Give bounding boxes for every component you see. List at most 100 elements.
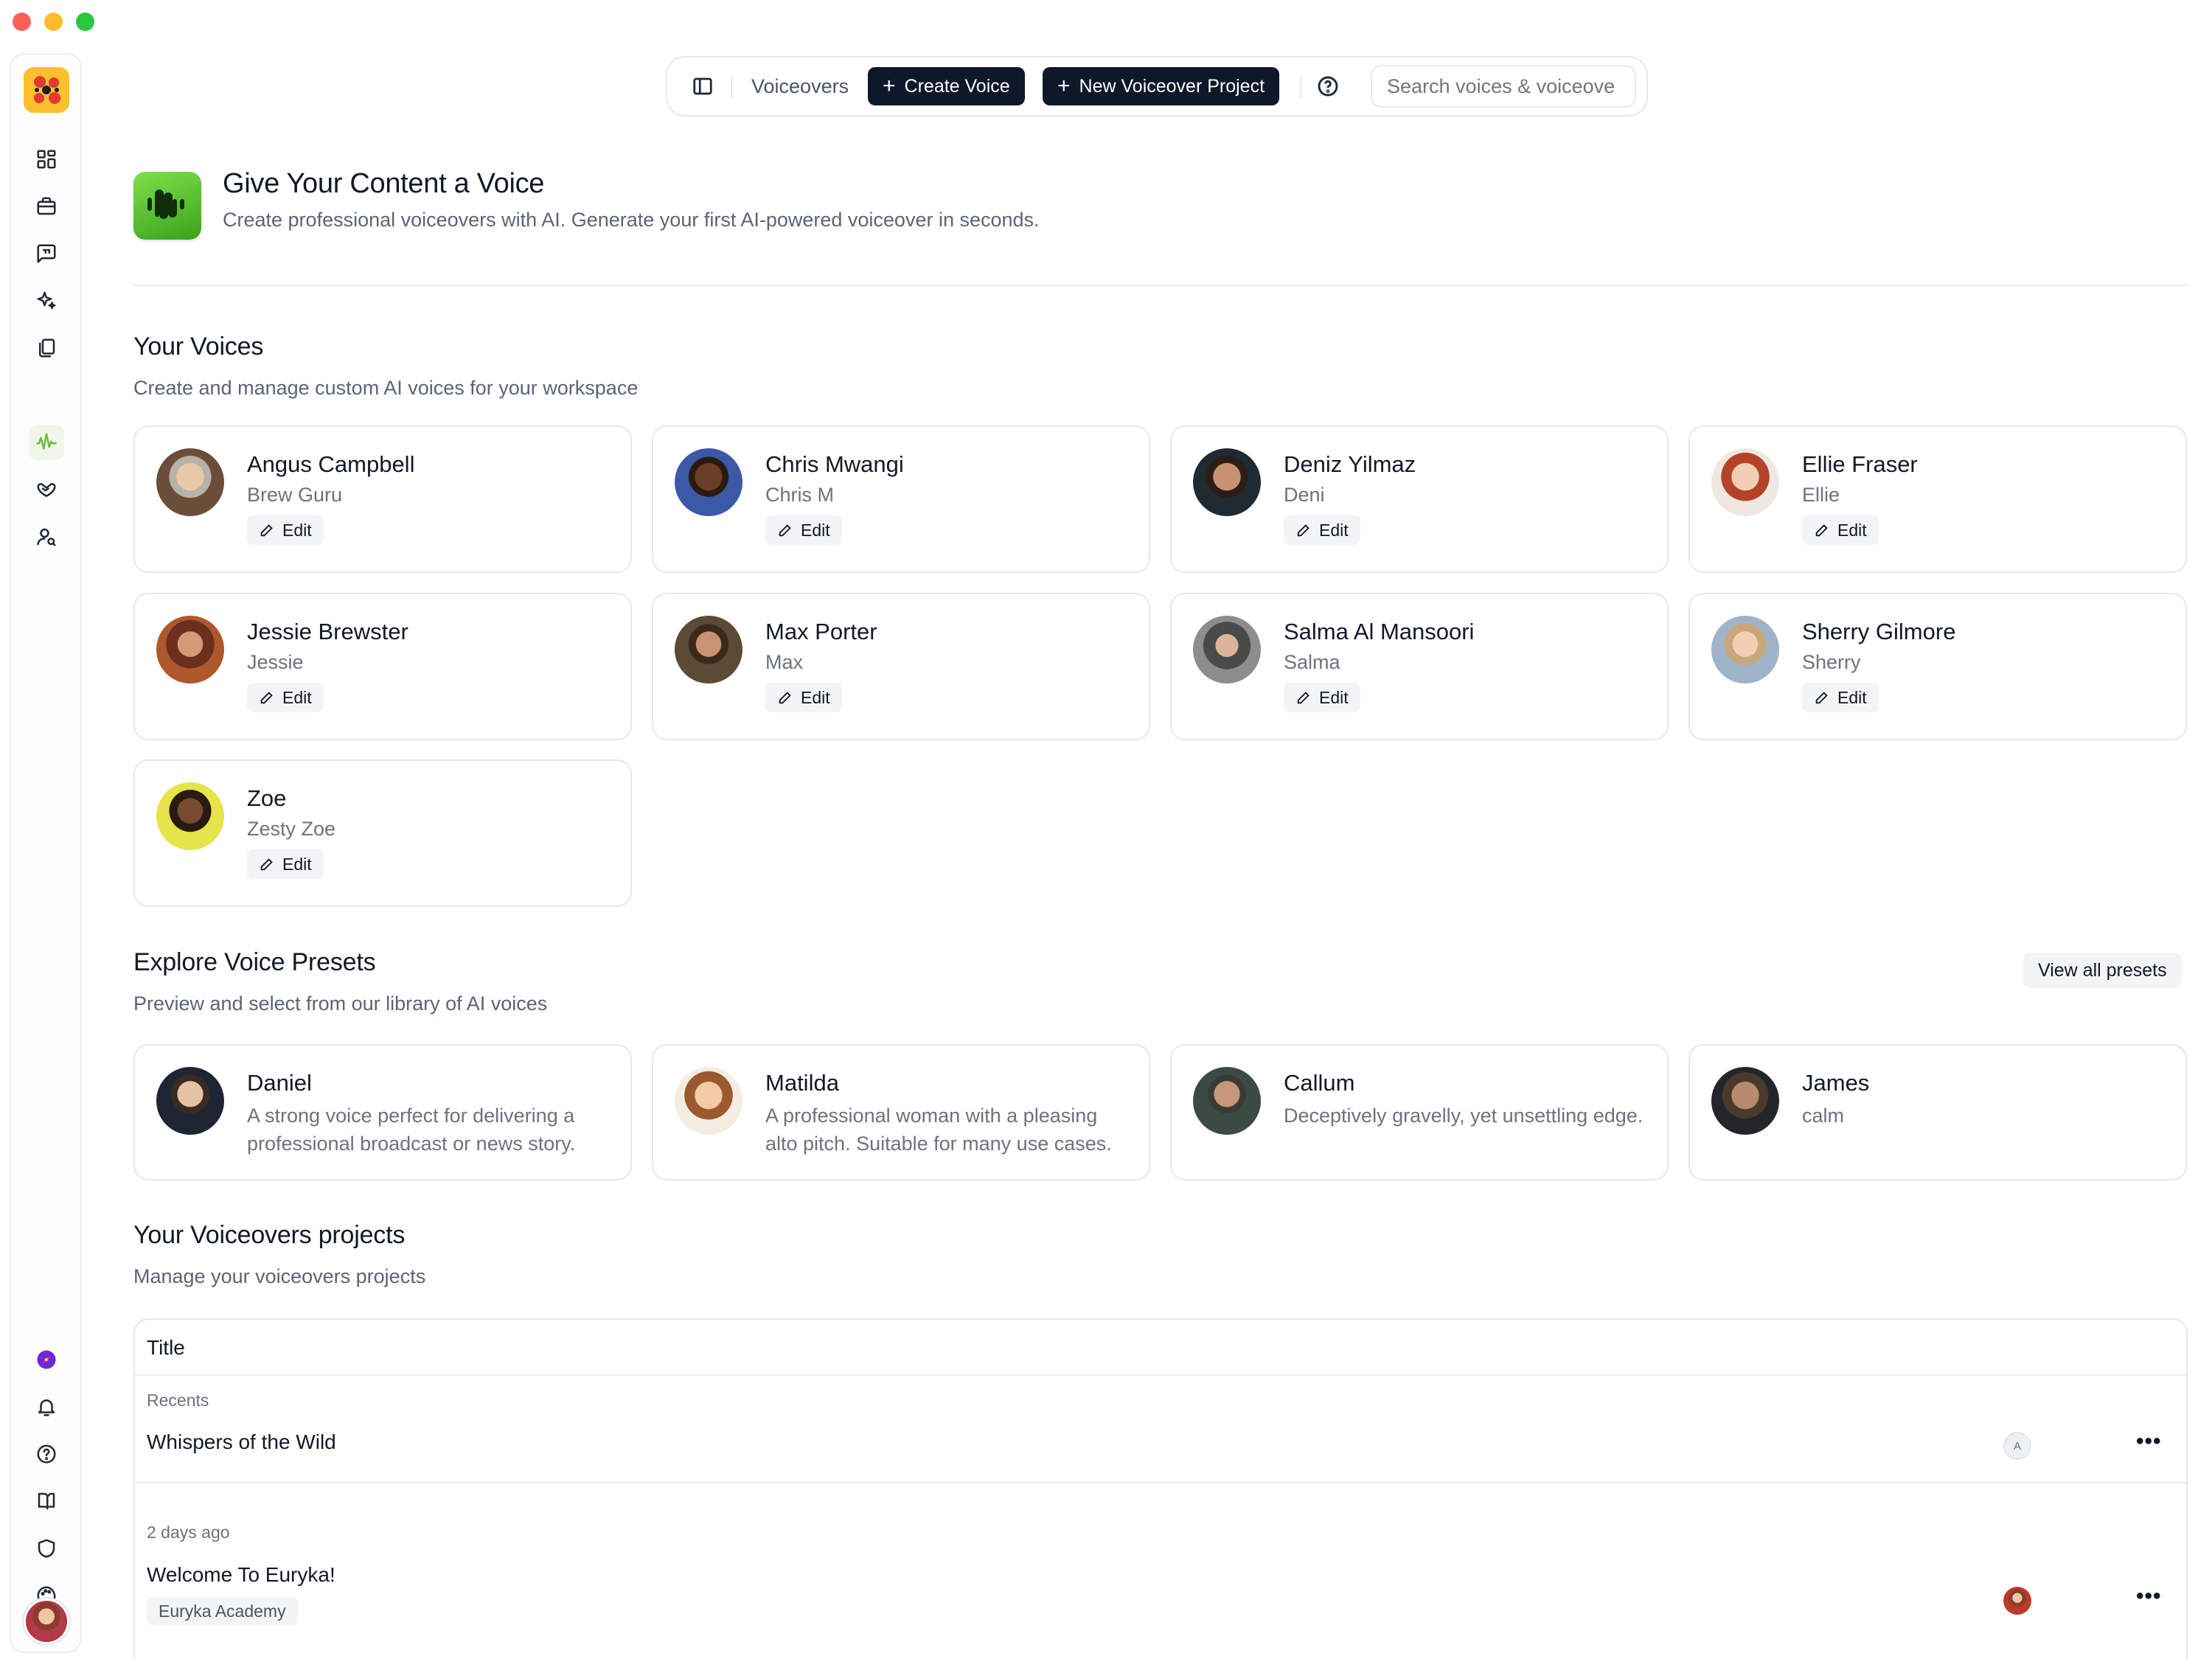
preset-name: Matilda <box>765 1070 839 1096</box>
search-input[interactable] <box>1371 65 1636 108</box>
edit-label: Edit <box>1837 520 1867 540</box>
project-title[interactable]: Whispers of the Wild <box>147 1430 336 1454</box>
edit-voice-button[interactable]: Edit <box>765 683 842 712</box>
help-button[interactable] <box>1309 67 1347 105</box>
edit-voice-button[interactable]: Edit <box>247 849 324 879</box>
breadcrumb-voiceovers[interactable]: Voiceovers <box>741 67 859 105</box>
shield-icon[interactable] <box>29 1531 64 1566</box>
voice-name: Chris Mwangi <box>765 451 904 477</box>
voice-card[interactable]: Deniz Yilmaz Deni Edit <box>1170 425 1669 573</box>
voice-card[interactable]: Chris Mwangi Chris M Edit <box>652 425 1150 573</box>
create-voice-button[interactable]: + Create Voice <box>868 67 1025 105</box>
voice-name: Zoe <box>247 785 287 811</box>
owner-avatar <box>2003 1587 2031 1615</box>
voice-avatar <box>1711 616 1779 684</box>
voice-name: Sherry Gilmore <box>1802 619 1956 644</box>
more-options-button[interactable]: ••• <box>2136 1429 2162 1454</box>
project-title[interactable]: Welcome To Euryka! <box>147 1563 335 1587</box>
edit-label: Edit <box>1837 687 1867 707</box>
sparkles-icon[interactable] <box>29 283 64 319</box>
audio-waveform-icon[interactable] <box>29 425 64 460</box>
preset-name: Callum <box>1284 1070 1355 1096</box>
pencil-icon <box>1297 692 1310 704</box>
row-divider <box>135 1482 2186 1484</box>
edit-label: Edit <box>282 687 312 707</box>
voice-card[interactable]: Max Porter Max Edit <box>652 593 1150 740</box>
heart-handshake-icon[interactable] <box>29 472 64 507</box>
pencil-icon <box>260 858 273 871</box>
message-square-icon[interactable] <box>29 236 64 271</box>
briefcase-icon[interactable] <box>29 189 64 224</box>
voice-card[interactable]: Jessie Brewster Jessie Edit <box>133 593 632 740</box>
edit-voice-button[interactable]: Edit <box>765 515 842 545</box>
voice-avatar <box>156 782 224 850</box>
voice-card[interactable]: Zoe Zesty Zoe Edit <box>133 759 632 907</box>
column-header-title[interactable]: Title <box>147 1336 185 1360</box>
user-search-icon[interactable] <box>29 519 64 554</box>
panel-left-icon <box>693 77 712 95</box>
preset-card[interactable]: Matilda A professional woman with a plea… <box>652 1044 1150 1180</box>
edit-voice-button[interactable]: Edit <box>1284 683 1360 712</box>
voice-short-name: Zesty Zoe <box>247 818 336 840</box>
projects-title: Your Voiceovers projects <box>133 1221 406 1249</box>
preset-name: Daniel <box>247 1070 312 1096</box>
voice-short-name: Brew Guru <box>247 484 343 506</box>
page-title: Give Your Content a Voice <box>223 168 545 199</box>
edit-voice-button[interactable]: Edit <box>247 515 324 545</box>
user-avatar[interactable] <box>24 1599 69 1644</box>
book-icon[interactable] <box>29 1484 64 1519</box>
preset-description: A strong voice perfect for delivering a … <box>247 1105 576 1155</box>
help-circle-icon[interactable] <box>29 1436 64 1472</box>
divider <box>133 285 2188 286</box>
voice-avatar <box>675 616 742 684</box>
edit-voice-button[interactable]: Edit <box>1284 515 1360 545</box>
voice-name: Ellie Fraser <box>1802 451 1918 477</box>
voice-card[interactable]: Sherry Gilmore Sherry Edit <box>1688 593 2187 740</box>
preset-card[interactable]: James calm <box>1688 1044 2187 1180</box>
pencil-icon <box>1815 524 1828 537</box>
preset-card[interactable]: Daniel A strong voice perfect for delive… <box>133 1044 632 1180</box>
sidebar-toggle-button[interactable] <box>684 67 722 105</box>
voice-card[interactable]: Salma Al Mansoori Salma Edit <box>1170 593 1669 740</box>
edit-label: Edit <box>801 520 830 540</box>
edit-voice-button[interactable]: Edit <box>247 683 324 712</box>
table-header: Title <box>135 1320 2186 1376</box>
edit-label: Edit <box>282 854 312 874</box>
edit-voice-button[interactable]: Edit <box>1802 683 1879 712</box>
voice-card[interactable]: Angus Campbell Brew Guru Edit <box>133 425 632 573</box>
maximize-window-button[interactable] <box>76 13 94 31</box>
new-voiceover-project-button[interactable]: + New Voiceover Project <box>1043 67 1280 105</box>
voice-card[interactable]: Ellie Fraser Ellie Edit <box>1688 425 2187 573</box>
page-subtitle: Create professional voiceovers with AI. … <box>223 209 1040 231</box>
group-label: Recents <box>147 1391 209 1410</box>
pencil-icon <box>779 524 791 537</box>
voice-short-name: Ellie <box>1802 484 1840 506</box>
voice-avatar <box>675 448 742 516</box>
voice-avatar <box>1193 616 1261 684</box>
edit-voice-button[interactable]: Edit <box>1802 515 1879 545</box>
voice-avatar <box>1193 448 1261 516</box>
create-voice-label: Create Voice <box>904 75 1010 97</box>
projects-table: Title Recents Whispers of the Wild A •••… <box>133 1318 2188 1659</box>
pencil-icon <box>1297 524 1310 537</box>
view-all-presets-button[interactable]: View all presets <box>2023 953 2182 988</box>
voice-avatar <box>156 448 224 516</box>
euryka-logo[interactable] <box>24 67 69 113</box>
pencil-icon <box>1815 692 1828 704</box>
preset-card[interactable]: Callum Deceptively gravelly, yet unsettl… <box>1170 1044 1669 1180</box>
minimize-window-button[interactable] <box>44 13 63 31</box>
more-options-button[interactable]: ••• <box>2136 1584 2162 1609</box>
pencil-icon <box>260 692 273 704</box>
preset-description: Deceptively gravelly, yet unsettling edg… <box>1284 1105 1644 1127</box>
close-window-button[interactable] <box>13 13 31 31</box>
compass-icon[interactable] <box>29 1342 64 1377</box>
documents-icon[interactable] <box>29 330 64 366</box>
layout-grid-icon[interactable] <box>29 142 64 177</box>
voice-avatar <box>1711 448 1779 516</box>
preset-avatar <box>1193 1067 1261 1135</box>
sidebar <box>10 53 82 1653</box>
top-toolbar: Voiceovers + Create Voice + New Voiceove… <box>666 56 1648 116</box>
group-label: 2 days ago <box>147 1523 230 1542</box>
voice-name: Deniz Yilmaz <box>1284 451 1416 477</box>
bell-icon[interactable] <box>29 1389 64 1425</box>
